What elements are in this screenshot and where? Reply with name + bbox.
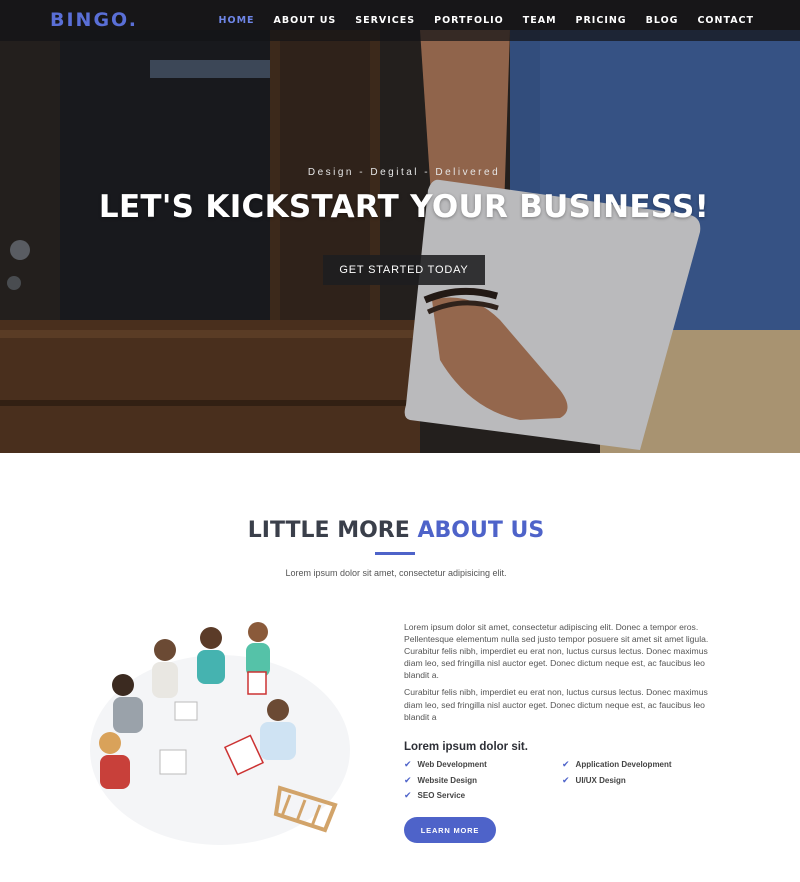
hero-overlay bbox=[0, 0, 800, 453]
feature-item: ✔ Application Development bbox=[562, 759, 722, 770]
nav-item-services[interactable]: SERVICES bbox=[355, 15, 415, 26]
feature-label: Website Design bbox=[417, 775, 477, 785]
feature-item: ✔ Website Design bbox=[404, 774, 562, 786]
feature-item: ✔ UI/UX Design bbox=[562, 774, 722, 786]
hero-section: BINGO. HOME ABOUT US SERVICES PORTFOLIO … bbox=[0, 0, 800, 453]
feature-item: ✔ Web Development bbox=[404, 759, 562, 770]
nav-item-team[interactable]: TEAM bbox=[523, 15, 557, 26]
features-heading: Lorem ipsum dolor sit. bbox=[404, 741, 528, 753]
main-nav: HOME ABOUT US SERVICES PORTFOLIO TEAM PR… bbox=[219, 0, 754, 41]
feature-label: UI/UX Design bbox=[575, 775, 626, 785]
about-paragraph: Lorem ipsum dolor sit amet, consectetur … bbox=[404, 622, 709, 681]
feature-item: ✔ SEO Service bbox=[404, 790, 562, 801]
brand-logo[interactable]: BINGO. bbox=[50, 9, 138, 31]
about-subtitle: Lorem ipsum dolor sit amet, consectetur … bbox=[285, 568, 507, 578]
check-icon: ✔ bbox=[562, 759, 570, 770]
nav-item-portfolio[interactable]: PORTFOLIO bbox=[434, 15, 504, 26]
get-started-button[interactable]: GET STARTED TODAY bbox=[323, 255, 485, 285]
feature-label: Application Development bbox=[575, 760, 672, 770]
about-title-accent: ABOUT US bbox=[417, 518, 545, 543]
check-icon: ✔ bbox=[404, 774, 412, 785]
navbar: BINGO. HOME ABOUT US SERVICES PORTFOLIO … bbox=[0, 0, 800, 41]
about-title-prefix: LITTLE MORE bbox=[247, 518, 410, 543]
feature-label: Web Development bbox=[417, 760, 487, 770]
check-icon: ✔ bbox=[404, 790, 412, 801]
nav-item-home[interactable]: HOME bbox=[219, 15, 255, 26]
features-list: ✔ Web Development ✔ Application Developm… bbox=[404, 759, 724, 801]
check-icon: ✔ bbox=[562, 774, 570, 785]
hero-tagline: Design - Degital - Delivered bbox=[307, 167, 501, 178]
nav-item-about-us[interactable]: ABOUT US bbox=[274, 15, 337, 26]
team-photo bbox=[90, 622, 350, 845]
nav-item-pricing[interactable]: PRICING bbox=[576, 15, 627, 26]
about-body: Lorem ipsum dolor sit amet, consectetur … bbox=[404, 621, 714, 728]
feature-label: SEO Service bbox=[417, 791, 466, 801]
nav-item-blog[interactable]: BLOG bbox=[646, 15, 679, 26]
about-title: LITTLE MORE ABOUT US bbox=[0, 518, 792, 543]
nav-item-contact[interactable]: CONTACT bbox=[697, 15, 754, 26]
learn-more-button[interactable]: LEARN MORE bbox=[404, 817, 496, 843]
title-underline bbox=[375, 552, 415, 555]
check-icon: ✔ bbox=[404, 759, 412, 770]
hero-headline: LET'S KICKSTART YOUR BUSINESS! bbox=[98, 189, 710, 225]
about-paragraph: Curabitur felis nibh, imperdiet eu erat … bbox=[404, 687, 708, 722]
